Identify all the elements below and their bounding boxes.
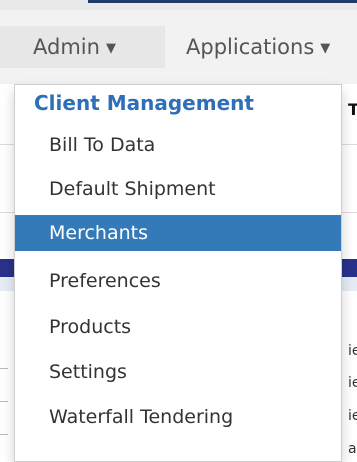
background-heading-fragment: T <box>348 100 357 119</box>
divider <box>0 401 8 402</box>
top-accent-bar <box>0 0 357 10</box>
menu-item-default-shipment[interactable]: Default Shipment <box>15 171 341 207</box>
nav-applications-label: Applications <box>186 35 315 59</box>
background-cell-fragment: ie <box>348 343 357 359</box>
top-accent-line <box>88 0 357 3</box>
background-cell-fragment: ie <box>348 408 357 424</box>
main-navbar: Admin ▼ Applications ▼ <box>0 10 357 84</box>
nav-admin-label: Admin <box>33 35 100 59</box>
chevron-down-icon: ▼ <box>105 41 116 56</box>
menu-item-products[interactable]: Products <box>15 309 341 345</box>
nav-admin-menu[interactable]: Admin ▼ <box>0 26 165 68</box>
background-cell-fragment: ax <box>348 441 357 457</box>
background-cell-fragment: ie <box>348 375 357 391</box>
dropdown-section-header: Client Management <box>34 91 254 115</box>
menu-item-waterfall-tendering[interactable]: Waterfall Tendering <box>15 399 341 435</box>
menu-item-merchants[interactable]: Merchants <box>15 215 341 251</box>
divider <box>0 368 8 369</box>
menu-item-settings[interactable]: Settings <box>15 354 341 390</box>
menu-item-bill-to-data[interactable]: Bill To Data <box>15 127 341 163</box>
chevron-down-icon: ▼ <box>320 41 331 56</box>
nav-applications-menu[interactable]: Applications ▼ <box>186 26 357 68</box>
divider <box>0 434 8 435</box>
menu-item-preferences[interactable]: Preferences <box>15 263 341 299</box>
admin-dropdown-menu: Client Management Bill To Data Default S… <box>14 84 342 462</box>
